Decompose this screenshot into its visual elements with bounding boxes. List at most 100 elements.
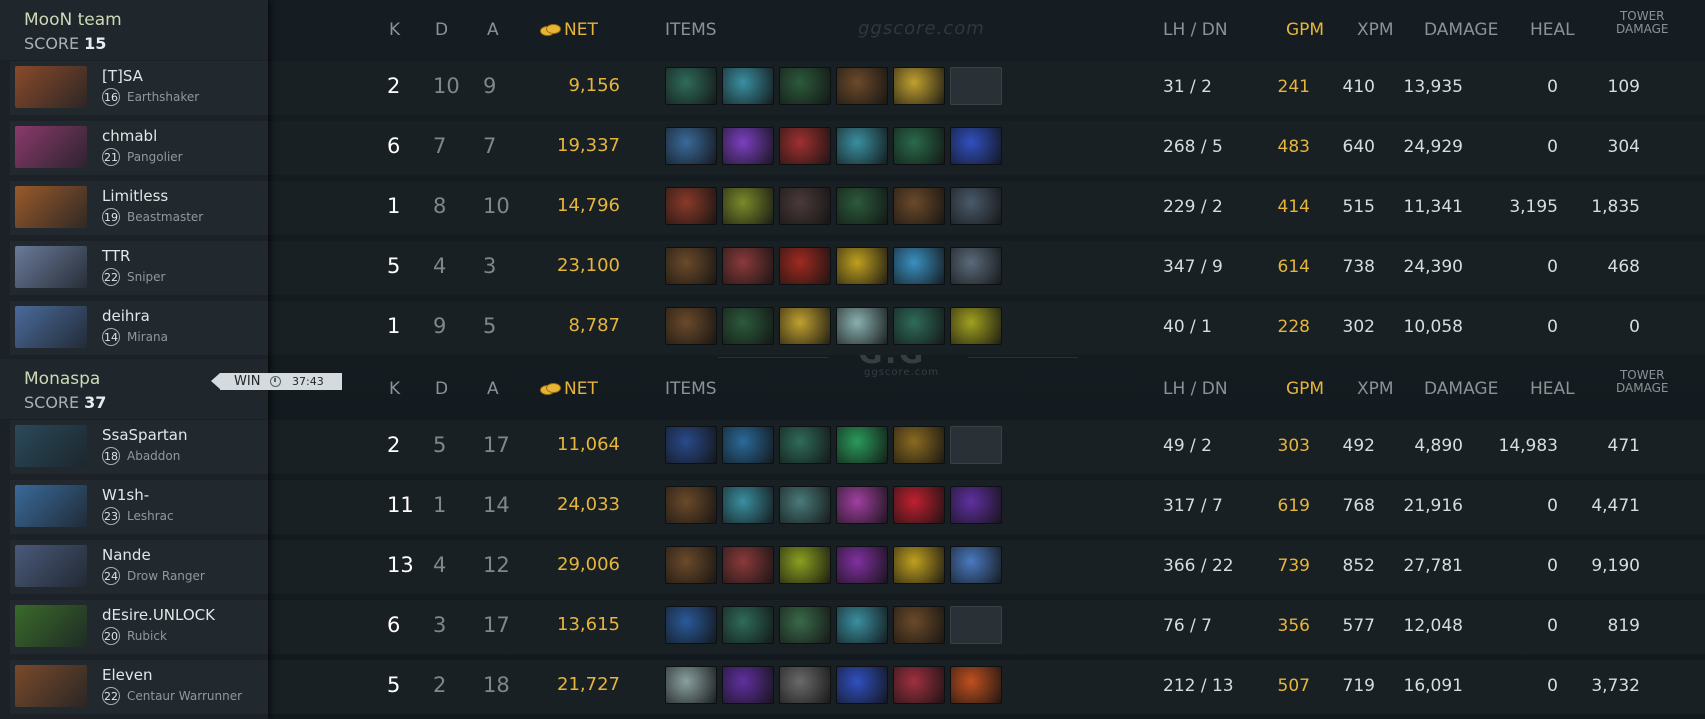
item-icon[interactable] [893,247,945,285]
item-icon[interactable] [893,426,945,464]
player-stats-row[interactable]: 5 2 18 21,727 212 / 13 507 719 16,091 0 3,732 [268,660,1705,714]
item-icon[interactable] [893,67,945,105]
player-stats-row[interactable]: 13 4 12 29,006 366 / 22 739 852 27,781 0 9,190 [268,540,1705,594]
item-icon[interactable] [665,127,717,165]
player-card[interactable]: Nande 24 Drow Ranger [10,540,268,594]
player-stats-row[interactable]: 1 9 5 8,787 40 / 1 228 302 10,058 0 0 [268,301,1705,355]
item-icon[interactable] [779,247,831,285]
item-icon[interactable] [836,307,888,345]
item-icon[interactable] [950,187,1002,225]
player-stats-row[interactable]: 6 7 7 19,337 268 / 5 483 640 24,929 0 304 [268,121,1705,175]
item-icon[interactable] [722,606,774,644]
header-heal[interactable]: HEAL [1530,20,1575,40]
player-card[interactable]: TTR 22 Sniper [10,241,268,295]
item-icon[interactable] [722,426,774,464]
item-icon[interactable] [665,187,717,225]
player-stats-row[interactable]: 6 3 17 13,615 76 / 7 356 577 12,048 0 819 [268,600,1705,654]
header-d[interactable]: D [435,379,448,399]
player-card[interactable]: Limitless 19 Beastmaster [10,181,268,235]
item-icon[interactable] [950,127,1002,165]
player-card[interactable]: Eleven 22 Centaur Warrunner [10,660,268,714]
item-icon[interactable] [836,666,888,704]
header-items[interactable]: ITEMS [665,379,717,399]
item-icon[interactable] [893,307,945,345]
player-card[interactable]: W1sh- 23 Leshrac [10,480,268,534]
header-lh-dn[interactable]: LH / DN [1163,20,1228,40]
item-icon[interactable] [722,666,774,704]
item-icon[interactable] [722,307,774,345]
empty-item-slot[interactable] [950,67,1002,105]
item-icon[interactable] [950,486,1002,524]
header-d[interactable]: D [435,20,448,40]
item-icon[interactable] [779,606,831,644]
item-icon[interactable] [836,67,888,105]
item-icon[interactable] [836,247,888,285]
item-icon[interactable] [779,127,831,165]
player-stats-row[interactable]: 2 5 17 11,064 49 / 2 303 492 4,890 14,983 471 [268,420,1705,474]
header-heal[interactable]: HEAL [1530,379,1575,399]
header-lh-dn[interactable]: LH / DN [1163,379,1228,399]
item-icon[interactable] [722,67,774,105]
item-icon[interactable] [779,546,831,584]
header-a[interactable]: A [487,20,499,40]
item-icon[interactable] [893,127,945,165]
item-icon[interactable] [836,127,888,165]
item-icon[interactable] [893,666,945,704]
header-net[interactable]: NET [540,20,598,40]
item-icon[interactable] [779,307,831,345]
item-icon[interactable] [665,307,717,345]
item-icon[interactable] [665,247,717,285]
item-icon[interactable] [836,546,888,584]
item-icon[interactable] [779,187,831,225]
item-icon[interactable] [893,606,945,644]
empty-item-slot[interactable] [950,426,1002,464]
item-icon[interactable] [779,486,831,524]
item-icon[interactable] [836,606,888,644]
item-icon[interactable] [836,187,888,225]
header-tower-damage[interactable]: TOWER DAMAGE [1616,369,1668,395]
item-icon[interactable] [950,546,1002,584]
header-items[interactable]: ITEMS [665,20,717,40]
player-card[interactable]: deihra 14 Mirana [10,301,268,355]
item-icon[interactable] [893,486,945,524]
item-icon[interactable] [665,426,717,464]
item-icon[interactable] [722,546,774,584]
player-card[interactable]: chmabl 21 Pangolier [10,121,268,175]
item-icon[interactable] [722,187,774,225]
item-icon[interactable] [665,666,717,704]
header-k[interactable]: K [389,20,400,40]
item-icon[interactable] [950,666,1002,704]
item-icon[interactable] [950,247,1002,285]
player-stats-row[interactable]: 5 4 3 23,100 347 / 9 614 738 24,390 0 468 [268,241,1705,295]
header-tower-damage[interactable]: TOWER DAMAGE [1616,10,1668,36]
header-gpm[interactable]: GPM [1286,20,1324,40]
player-stats-row[interactable]: 1 8 10 14,796 229 / 2 414 515 11,341 3,195 1,835 [268,181,1705,235]
item-icon[interactable] [722,247,774,285]
player-card[interactable]: [T]SA 16 Earthshaker [10,61,268,115]
item-icon[interactable] [665,606,717,644]
header-gpm[interactable]: GPM [1286,379,1324,399]
header-xpm[interactable]: XPM [1357,20,1394,40]
item-icon[interactable] [836,486,888,524]
item-icon[interactable] [836,426,888,464]
player-stats-row[interactable]: 2 10 9 9,156 31 / 2 241 410 13,935 0 109 [268,61,1705,115]
item-icon[interactable] [665,546,717,584]
player-stats-row[interactable]: 11 1 14 24,033 317 / 7 619 768 21,916 0 4,471 [268,480,1705,534]
item-icon[interactable] [779,67,831,105]
empty-item-slot[interactable] [950,606,1002,644]
header-a[interactable]: A [487,379,499,399]
header-damage[interactable]: DAMAGE [1424,379,1498,399]
player-card[interactable]: SsaSpartan 18 Abaddon [10,420,268,474]
item-icon[interactable] [893,187,945,225]
item-icon[interactable] [950,307,1002,345]
header-xpm[interactable]: XPM [1357,379,1394,399]
item-icon[interactable] [779,426,831,464]
item-icon[interactable] [779,666,831,704]
item-icon[interactable] [893,546,945,584]
item-icon[interactable] [665,486,717,524]
item-icon[interactable] [722,127,774,165]
header-k[interactable]: K [389,379,400,399]
header-net[interactable]: NET [540,379,598,399]
header-damage[interactable]: DAMAGE [1424,20,1498,40]
item-icon[interactable] [722,486,774,524]
